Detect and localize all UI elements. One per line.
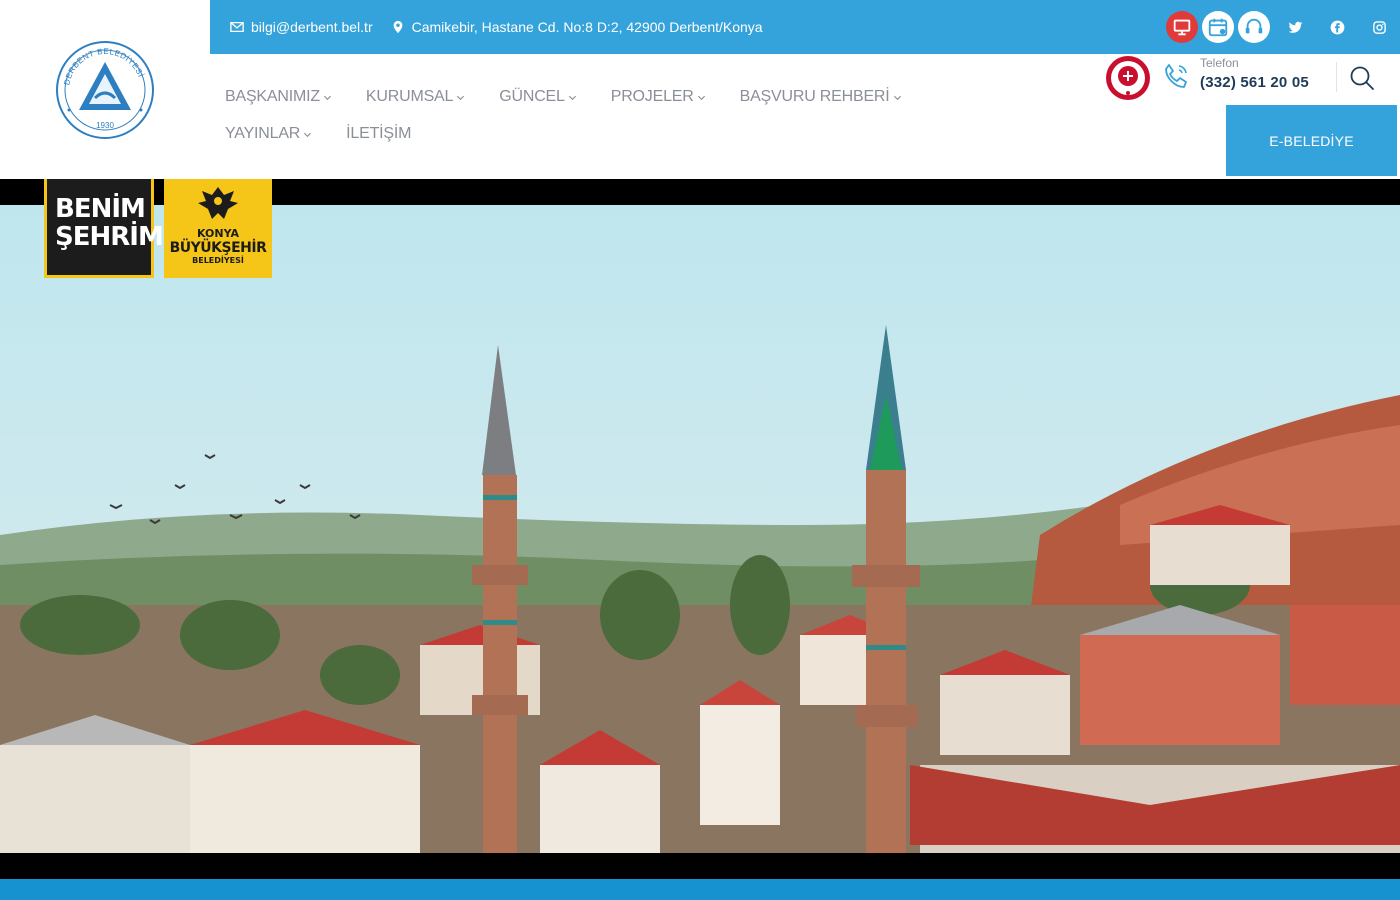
- badge-konya-line2: BÜYÜKŞEHİR: [169, 240, 267, 256]
- email-text: bilgi@derbent.bel.tr: [251, 19, 373, 35]
- nav-item[interactable]: BAŞVURU REHBERİ: [740, 88, 902, 106]
- double-headed-eagle-icon: [198, 187, 238, 219]
- family-year-emblem-icon[interactable]: [1105, 55, 1151, 101]
- logo-emblem-icon: DERBENT BELEDİYESİ 1930: [56, 40, 154, 139]
- nav-row-2: YAYINLAR İLETİŞİM: [225, 115, 1090, 152]
- location-pin-icon: [393, 20, 402, 34]
- address-info: Camikebir, Hastane Cd. No:8 D:2, 42900 D…: [391, 19, 763, 35]
- phone-label: Telefon: [1200, 56, 1239, 70]
- badge-konya-line1: KONYA: [196, 227, 239, 240]
- badge-benim-line1: BENİM: [55, 194, 146, 224]
- logo-year: 1930: [96, 121, 114, 130]
- chevron-down-icon: [457, 95, 465, 101]
- facebook-icon: [1330, 20, 1344, 34]
- nav-item-label: YAYINLAR: [225, 124, 301, 142]
- phone-icon: [1165, 64, 1187, 88]
- badge-benim-line2: ŞEHRİM: [55, 222, 164, 252]
- e-belediye-button[interactable]: E-BELEDİYE: [1226, 105, 1397, 176]
- chevron-down-icon: [697, 95, 705, 101]
- badge-konya-line3: BELEDİYESİ: [192, 256, 244, 265]
- topbar-right-group: [1166, 0, 1400, 54]
- nav-item[interactable]: PROJELER: [611, 88, 706, 106]
- e-services-button[interactable]: [1166, 11, 1198, 43]
- hero-video[interactable]: BENİM ŞEHRİM KONYA BÜYÜKŞEHİR BELEDİYESİ: [0, 179, 1400, 879]
- town-aerial-image: [0, 205, 1400, 853]
- envelope-icon: [230, 21, 244, 33]
- municipality-logo[interactable]: DERBENT BELEDİYESİ 1930: [0, 0, 210, 179]
- nav-item-label: KURUMSAL: [365, 87, 454, 105]
- email-info[interactable]: bilgi@derbent.bel.tr: [230, 19, 373, 35]
- nav-item[interactable]: KURUMSAL: [366, 88, 465, 106]
- chevron-down-icon: [323, 95, 331, 101]
- facebook-link[interactable]: [1316, 0, 1358, 54]
- nav-item[interactable]: YAYINLAR: [225, 125, 312, 143]
- address-text: Camikebir, Hastane Cd. No:8 D:2, 42900 D…: [411, 19, 763, 35]
- twitter-link[interactable]: [1274, 0, 1316, 54]
- nav-row-1: BAŞKANIMIZ KURUMSAL GÜNCEL PROJELER BAŞVURU …: [225, 78, 1090, 115]
- instagram-link[interactable]: [1358, 0, 1400, 54]
- nav-item[interactable]: GÜNCEL: [499, 88, 576, 106]
- chevron-down-icon: [304, 132, 312, 138]
- phone-contact[interactable]: Telefon (332) 561 20 05: [1200, 56, 1309, 91]
- bottom-accent-bar: [0, 879, 1400, 900]
- nav-item-label: BAŞKANIMIZ: [225, 87, 320, 105]
- search-icon[interactable]: [1349, 65, 1375, 91]
- instagram-icon: [1372, 20, 1386, 34]
- nav-item-label: İLETİŞİM: [346, 124, 412, 142]
- konya-buyuksehir-badge: KONYA BÜYÜKŞEHİR BELEDİYESİ: [164, 179, 272, 278]
- nav-item-label: PROJELER: [610, 87, 694, 105]
- phone-number[interactable]: (332) 561 20 05: [1200, 74, 1309, 91]
- chevron-down-icon: [893, 95, 901, 101]
- calendar-icon: [1208, 18, 1228, 37]
- header-divider: [1336, 62, 1337, 92]
- nav-item-label: GÜNCEL: [499, 87, 565, 105]
- nav-item[interactable]: BAŞKANIMIZ: [225, 88, 332, 106]
- main-navigation: BAŞKANIMIZ KURUMSAL GÜNCEL PROJELER BAŞVURU …: [210, 54, 1090, 179]
- support-button[interactable]: [1238, 11, 1270, 43]
- nav-item-label: BAŞVURU REHBERİ: [739, 87, 890, 105]
- support-headset-icon: [1245, 18, 1263, 34]
- twitter-icon: [1288, 21, 1302, 33]
- e-services-icon: [1173, 19, 1191, 36]
- benim-sehrim-badge: BENİM ŞEHRİM: [44, 179, 164, 278]
- chevron-down-icon: [568, 95, 576, 101]
- page: DERBENT BELEDİYESİ 1930 bilgi@derbent.be…: [0, 0, 1400, 900]
- calendar-button[interactable]: [1202, 11, 1234, 43]
- nav-item[interactable]: İLETİŞİM: [346, 125, 411, 143]
- top-info-bar: bilgi@derbent.bel.tr Camikebir, Hastane …: [210, 0, 1400, 54]
